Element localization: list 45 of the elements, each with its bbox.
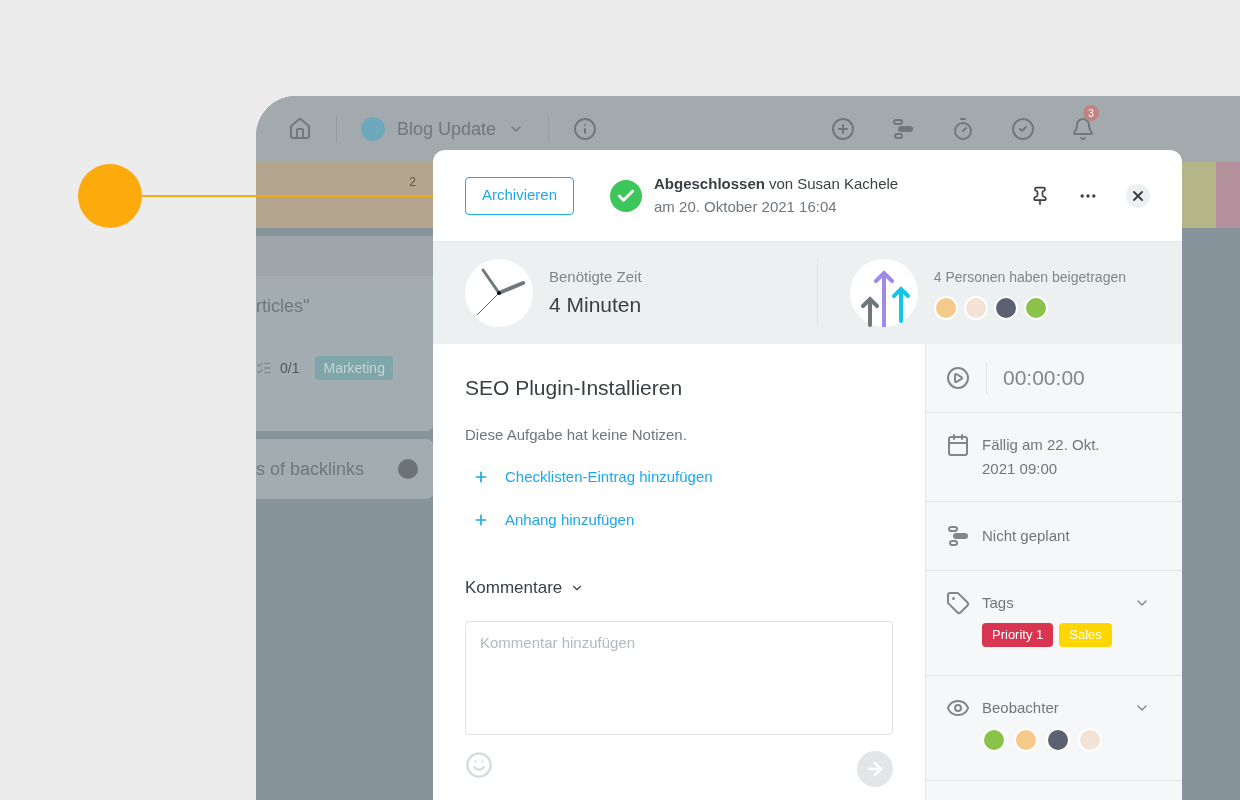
add-link[interactable]: Anhang hinzufügen [465, 508, 893, 531]
home-icon[interactable] [288, 117, 312, 141]
play-icon[interactable] [946, 366, 970, 390]
timer-text: 00:00:00 [1003, 365, 1085, 392]
time-label: Benötigte Zeit [549, 267, 642, 287]
add-link[interactable]: Checklisten-Eintrag hinzufügen [465, 466, 893, 489]
due-date[interactable]: Fällig am 22. Okt. 2021 09:00 [982, 433, 1132, 481]
notification-badge: 3 [1083, 105, 1100, 121]
archive-button[interactable]: Archivieren [465, 176, 575, 215]
time-value: 4 Minuten [549, 291, 642, 318]
column-header [1216, 162, 1240, 228]
timeline-icon [891, 117, 916, 141]
bell-icon[interactable] [1071, 117, 1096, 141]
info-icon[interactable] [573, 117, 598, 141]
tag-chip[interactable]: Priority 1 [982, 623, 1054, 647]
notes-text: Diese Aufgabe hat keine Notizen. [465, 424, 688, 445]
calendar-icon [946, 433, 970, 457]
checklist-count: 0/1 [280, 359, 300, 378]
close-icon[interactable] [1126, 183, 1150, 208]
status-label: Abgeschlossen [654, 174, 765, 194]
comments-heading[interactable]: Kommentare [465, 575, 893, 601]
timeline-icon [946, 524, 970, 548]
completed-check-icon [610, 179, 643, 212]
avatar [398, 459, 418, 479]
contributors-label: 4 Personen haben beigetragen [933, 267, 1126, 287]
arrows-drawing [849, 259, 918, 327]
status-date: am 20. Oktober 2021 16:04 [654, 196, 838, 217]
emoji-icon[interactable] [465, 750, 493, 779]
watchers-label: Beobachter [982, 697, 1059, 718]
tags-label: Tags [982, 592, 1014, 613]
project-avatar [361, 117, 385, 141]
comment-field[interactable]: Kommentar hinzufügen [465, 620, 893, 735]
clock-drawing [465, 259, 533, 327]
schedule-text[interactable]: Nicht geplant [982, 524, 1070, 548]
tag-icon [946, 591, 970, 615]
tag-chip[interactable]: Sales [1059, 623, 1112, 647]
task-title: SEO Plugin-Installieren [465, 375, 684, 401]
status-author: von Susan Kachele [768, 174, 899, 194]
checklist-icon [256, 360, 272, 376]
pin-icon[interactable] [1030, 185, 1050, 206]
card-tag: Marketing [315, 356, 393, 380]
check-icon[interactable] [1011, 117, 1036, 141]
column-count: 2 [409, 174, 416, 190]
add-icon[interactable] [831, 117, 856, 141]
send-icon[interactable] [857, 750, 893, 787]
